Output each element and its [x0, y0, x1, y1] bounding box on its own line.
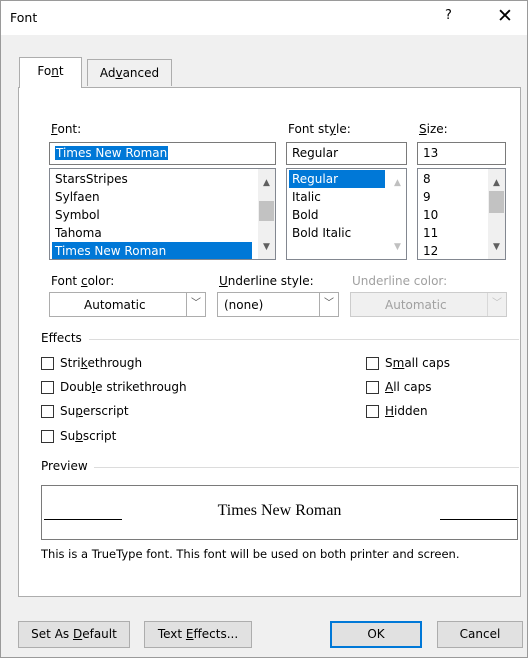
chevron-down-icon[interactable]: ▼ [488, 239, 505, 256]
underline-color-label: Underline color: [352, 274, 448, 288]
list-item-selected[interactable]: Regular [289, 170, 385, 188]
set-as-default-button[interactable]: Set As Default [18, 621, 130, 648]
chevron-down-icon[interactable]: ﹀ [186, 293, 205, 316]
preview-rule-right [440, 519, 517, 520]
list-item[interactable]: 9 [420, 188, 431, 206]
chevron-up-icon[interactable]: ▲ [258, 175, 275, 192]
scroll-thumb[interactable] [259, 201, 274, 221]
chevron-up-icon: ▲ [394, 178, 401, 188]
chevron-down-icon: ▼ [394, 242, 401, 252]
underline-style-dropdown[interactable]: (none) ﹀ [217, 292, 339, 317]
size-list-scrollbar[interactable]: ▲ ▼ [488, 169, 505, 259]
cancel-button[interactable]: Cancel [437, 621, 523, 648]
superscript-checkbox[interactable]: Su p erscript [41, 404, 129, 418]
font-style-list[interactable]: Regular Italic Bold Bold Italic ▲ ▼ [286, 168, 407, 260]
list-item-selected[interactable]: Times New Roman [52, 242, 252, 259]
size-input[interactable]: 13 [417, 142, 506, 165]
list-item[interactable]: 12 [420, 242, 438, 259]
effects-divider [89, 339, 519, 340]
help-button[interactable]: ? [445, 8, 452, 23]
preview-box: Times New Roman [41, 485, 518, 540]
chevron-up-icon[interactable]: ▲ [488, 175, 505, 192]
list-item[interactable]: 8 [420, 170, 431, 188]
list-item[interactable]: Italic [289, 188, 385, 206]
preview-divider [93, 467, 519, 468]
list-item[interactable]: 10 [420, 206, 438, 224]
all-caps-checkbox[interactable]: All caps [366, 380, 432, 394]
font-color-label: Font color: [51, 274, 115, 288]
underline-style-label: Underline style: [219, 274, 314, 288]
list-item[interactable]: 11 [420, 224, 438, 242]
double-strikethrough-checkbox[interactable]: Doub l e strikethrough [41, 380, 187, 394]
tab-advanced[interactable]: Advanced [87, 59, 172, 86]
font-label: Font: [51, 122, 82, 136]
font-style-input[interactable]: Regular [286, 142, 407, 165]
chevron-down-icon[interactable]: ﹀ [319, 293, 338, 316]
text-effects-button[interactable]: Text Effects... [144, 621, 252, 648]
subscript-checkbox[interactable]: Su b script [41, 429, 116, 443]
font-style-label: Font style: [288, 122, 351, 136]
title-bar: Font ? ✕ [1, 1, 527, 35]
list-item[interactable]: Symbol [52, 206, 252, 224]
list-item[interactable]: StarsStripes [52, 170, 252, 188]
hidden-checkbox[interactable]: Hidden [366, 404, 428, 418]
preview-heading: Preview [41, 459, 94, 473]
ok-button[interactable]: OK [330, 621, 422, 648]
close-button[interactable]: ✕ [497, 5, 513, 27]
font-list[interactable]: StarsStripes Sylfaen Symbol Tahoma Times… [49, 168, 276, 260]
scroll-thumb[interactable] [489, 191, 504, 213]
font-style-list-scrollbar: ▲ ▼ [389, 169, 406, 259]
size-list[interactable]: 8 9 10 11 12 ▲ ▼ [417, 168, 506, 260]
dialog-title: Font [10, 10, 38, 25]
font-color-dropdown[interactable]: Automatic ﹀ [49, 292, 206, 317]
font-list-scrollbar[interactable]: ▲ ▼ [258, 169, 275, 259]
size-label: Size: [419, 122, 448, 136]
preview-sample: Times New Roman [217, 502, 342, 519]
list-item[interactable]: Tahoma [52, 224, 252, 242]
list-item[interactable]: Sylfaen [52, 188, 252, 206]
effects-heading: Effects [41, 331, 88, 345]
small-caps-checkbox[interactable]: Sm all caps [366, 356, 450, 370]
preview-note: This is a TrueType font. This font will … [41, 547, 460, 561]
tab-font[interactable]: Font [19, 57, 82, 88]
underline-color-dropdown: Automatic ﹀ [350, 292, 507, 317]
chevron-down-icon[interactable]: ▼ [258, 239, 275, 256]
chevron-down-icon: ﹀ [487, 293, 506, 316]
strikethrough-checkbox[interactable]: Stri k ethrough [41, 356, 142, 370]
list-item[interactable]: Bold [289, 206, 385, 224]
list-item[interactable]: Bold Italic [289, 224, 385, 242]
font-dialog: Font ? ✕ Font Advanced Font: Times New R… [0, 0, 528, 658]
font-name-input[interactable]: Times New Roman [49, 142, 276, 165]
